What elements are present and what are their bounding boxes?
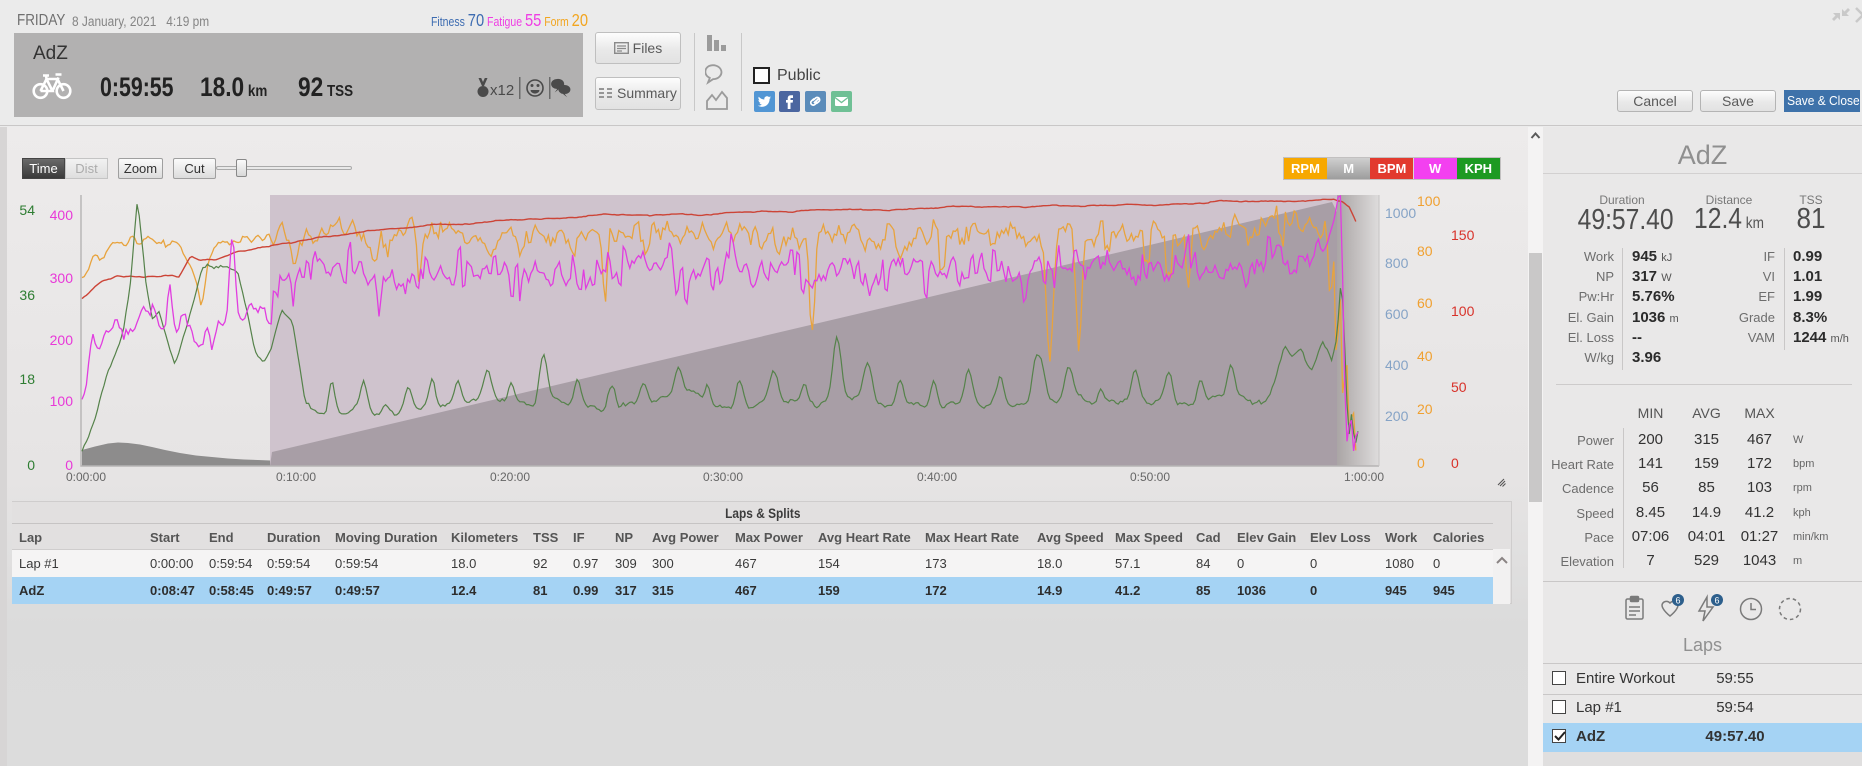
svg-text:40: 40 [1417,348,1433,364]
svg-text:0:40:00: 0:40:00 [917,470,957,484]
svg-text:600: 600 [1385,306,1409,322]
svg-text:800: 800 [1385,255,1409,271]
svg-text:0:00:00: 0:00:00 [66,470,106,484]
svg-text:100: 100 [50,393,74,409]
svg-text:1000: 1000 [1385,205,1416,221]
svg-text:0:30:00: 0:30:00 [703,470,743,484]
svg-text:150: 150 [1451,227,1475,243]
svg-text:6: 6 [1714,596,1719,606]
svg-text:400: 400 [1385,357,1409,373]
svg-text:100: 100 [1417,193,1441,209]
svg-text:18: 18 [19,371,35,387]
svg-text:0: 0 [1417,455,1425,471]
svg-text:0: 0 [1451,455,1459,471]
svg-text:0:20:00: 0:20:00 [490,470,530,484]
svg-text:54: 54 [19,202,35,218]
svg-text:0:10:00: 0:10:00 [276,470,316,484]
svg-text:200: 200 [1385,408,1409,424]
svg-text:x12: x12 [490,82,514,99]
svg-text:0:50:00: 0:50:00 [1130,470,1170,484]
svg-text:20: 20 [1417,401,1433,417]
svg-text:0: 0 [27,457,35,473]
svg-text:1:00:00: 1:00:00 [1344,470,1384,484]
svg-text:300: 300 [50,270,74,286]
svg-text:200: 200 [50,332,74,348]
svg-text:36: 36 [19,287,35,303]
svg-text:50: 50 [1451,379,1467,395]
svg-text:6: 6 [1675,596,1680,606]
svg-text:100: 100 [1451,303,1475,319]
svg-text:60: 60 [1417,295,1433,311]
svg-text:400: 400 [50,207,74,223]
svg-text:80: 80 [1417,243,1433,259]
